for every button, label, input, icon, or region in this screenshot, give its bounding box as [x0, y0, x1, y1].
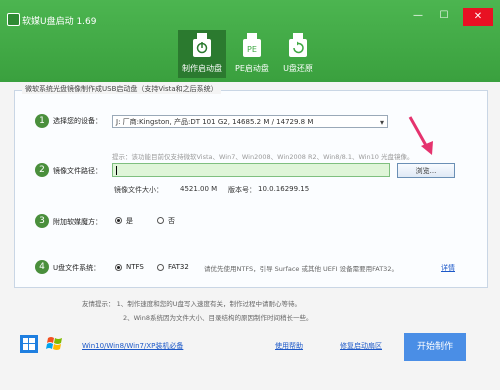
device-select-value: J: 厂商:Kingston, 产品:DT 101 G2, 14685.2 M … — [116, 118, 314, 126]
start-make-button[interactable]: 开始制作 — [404, 333, 466, 361]
ntfs-radio[interactable] — [115, 264, 122, 271]
help-link[interactable]: 使用帮助 — [275, 341, 303, 351]
app-icon — [7, 13, 20, 26]
text-caret — [116, 166, 117, 175]
version-label: 版本号： — [228, 186, 256, 194]
tab-usb-restore[interactable]: U盘还原 — [274, 30, 322, 78]
tip-line-1: 友情提示： 1、制作速度和您的U盘写入速度有关，制作过程中请耐心等待。 — [82, 300, 301, 308]
fat32-label: FAT32 — [168, 263, 189, 271]
tip-line-2: 2、Win8系统因为文件大小、目录结构的原因制作时间稍长一些。 — [123, 314, 313, 322]
version-value: 10.0.16299.15 — [258, 185, 310, 193]
chevron-down-icon: ▾ — [379, 118, 384, 127]
window-title: 软媒U盘启动 1.69 — [22, 17, 97, 27]
magic-yes-label: 是 — [126, 217, 133, 225]
device-select[interactable]: J: 厂商:Kingston, 产品:DT 101 G2, 14685.2 M … — [112, 115, 388, 128]
svg-text:PE: PE — [247, 45, 257, 54]
tab-make-bootdisk[interactable]: 制作启动盘 — [178, 30, 226, 78]
magic-no-label: 否 — [168, 217, 175, 225]
image-size-label: 镜像文件大小： — [114, 186, 163, 194]
magic-no-radio[interactable] — [157, 217, 164, 224]
image-size-value: 4521.00 M — [180, 185, 218, 193]
header-bar: 软媒U盘启动 1.69 — ☐ ✕ 制作启动盘 PE PE启动盘 U盘还原 — [0, 0, 500, 82]
maximize-button[interactable]: ☐ — [434, 8, 454, 24]
image-hint: 提示：该功能目前仅支持微软Vista、Win7、Win2008、Win2008 … — [112, 153, 414, 161]
windows7-logo-icon — [46, 337, 62, 350]
fat32-radio[interactable] — [157, 264, 164, 271]
close-button[interactable]: ✕ — [463, 8, 493, 26]
repair-bootsector-link[interactable]: 修复启动扇区 — [340, 341, 382, 351]
tab-pe-bootdisk[interactable]: PE PE启动盘 — [228, 30, 276, 78]
tab-label: U盘还原 — [283, 64, 313, 73]
image-path-input[interactable] — [112, 163, 390, 177]
step-number-1: 1 — [35, 114, 49, 128]
browse-button[interactable]: 浏览... — [397, 163, 455, 178]
minimize-button[interactable]: — — [408, 8, 428, 24]
magic-label: 附加软媒魔方： — [53, 218, 102, 226]
panel-title: 微软系统光盘镜像制作成USB启动盘（支持Vista和之后系统） — [22, 84, 221, 94]
fs-label: U盘文件系统： — [53, 264, 101, 272]
detail-link[interactable]: 详情 — [441, 263, 455, 273]
ntfs-label: NTFS — [126, 263, 144, 271]
device-label: 选择您的设备： — [53, 117, 102, 125]
annotation-arrow — [408, 116, 433, 155]
app-window: 软媒U盘启动 1.69 — ☐ ✕ 制作启动盘 PE PE启动盘 U盘还原 微软… — [0, 0, 500, 390]
tab-label: PE启动盘 — [235, 64, 269, 73]
fs-note: 请优先使用NTFS，引导 Surface 或其他 UEFI 设备需要用FAT32… — [204, 265, 398, 273]
usb-restore-icon — [289, 33, 307, 57]
windows10-logo-icon — [20, 335, 38, 353]
os-support-link[interactable]: Win10/Win8/Win7/XP装机必备 — [82, 341, 183, 351]
usb-pe-icon: PE — [243, 33, 261, 57]
step-number-2: 2 — [35, 163, 49, 177]
step-number-4: 4 — [35, 260, 49, 274]
usb-power-icon — [193, 33, 211, 57]
image-path-label: 镜像文件路径： — [53, 167, 102, 175]
magic-yes-radio[interactable] — [115, 217, 122, 224]
step-number-3: 3 — [35, 214, 49, 228]
tab-label: 制作启动盘 — [182, 64, 222, 73]
